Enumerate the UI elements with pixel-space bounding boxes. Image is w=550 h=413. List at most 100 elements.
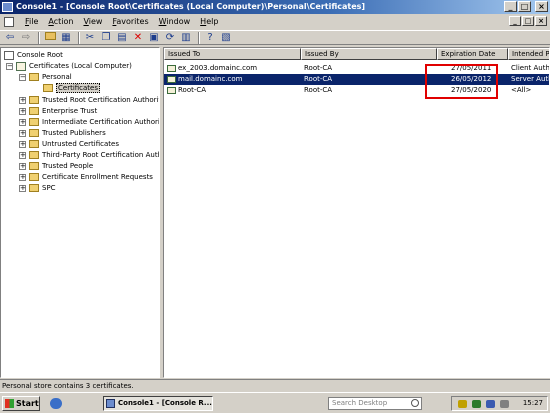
console-tree-pane[interactable]: Console Root − Certificates (Local Comput… bbox=[0, 47, 160, 378]
folder-icon bbox=[29, 173, 39, 181]
column-headers: Issued To Issued By Expiration Date Inte… bbox=[164, 48, 549, 60]
paste-icon[interactable]: ▤ bbox=[115, 32, 129, 44]
back-arrow-icon[interactable]: ⇦ bbox=[3, 32, 17, 44]
search-placeholder: Search Desktop bbox=[332, 399, 388, 407]
folder-icon bbox=[29, 151, 39, 159]
start-button[interactable]: Start bbox=[2, 396, 40, 411]
expand-toggle-icon[interactable]: + bbox=[19, 151, 26, 159]
tree-item-enrollment-requests[interactable]: + Certificate Enrollment Requests bbox=[19, 172, 153, 183]
expand-toggle-icon[interactable]: + bbox=[19, 162, 26, 170]
export-list-icon[interactable]: ▥ bbox=[179, 32, 193, 44]
toolbar: ⇦ ⇨ ▦ ✂ ❐ ▤ ✕ ▣ ⟳ ▥ ? ▧ bbox=[0, 30, 550, 45]
mdi-restore-button[interactable]: □ bbox=[522, 16, 534, 26]
console-root-icon bbox=[4, 50, 14, 60]
cell-issued-to: ex_2003.domainc.com bbox=[178, 64, 258, 72]
cell-issued-by: Root-CA bbox=[304, 64, 333, 72]
tray-security-icon[interactable] bbox=[472, 400, 481, 408]
console-tree-icon[interactable]: ▧ bbox=[219, 32, 233, 44]
tree-item-console-root[interactable]: Console Root bbox=[4, 50, 63, 61]
mdi-minimize-button[interactable]: _ bbox=[509, 16, 521, 26]
certificate-store-icon bbox=[16, 61, 26, 71]
delete-icon[interactable]: ✕ bbox=[131, 32, 145, 44]
expand-toggle-icon[interactable]: + bbox=[19, 107, 26, 115]
start-label: Start bbox=[16, 399, 39, 408]
forward-arrow-icon[interactable]: ⇨ bbox=[19, 32, 33, 44]
tree-item-certificates[interactable]: Certificates bbox=[43, 83, 101, 94]
expand-toggle-icon[interactable]: + bbox=[19, 140, 26, 148]
minimize-button[interactable]: _ bbox=[504, 1, 517, 12]
tree-item-spc[interactable]: + SPC bbox=[19, 183, 56, 194]
mdi-close-button[interactable]: × bbox=[535, 16, 547, 26]
tray-update-icon[interactable] bbox=[486, 400, 495, 408]
expiration-highlight-box bbox=[425, 64, 498, 99]
column-header-intended-purposes[interactable]: Intended Pu bbox=[508, 48, 549, 60]
folder-icon bbox=[29, 96, 39, 104]
properties-icon[interactable]: ▣ bbox=[147, 32, 161, 44]
internet-explorer-icon[interactable] bbox=[50, 398, 62, 409]
tree-item-trusted-publishers[interactable]: + Trusted Publishers bbox=[19, 128, 106, 139]
folder-icon bbox=[29, 107, 39, 115]
cell-issued-to: mail.domainc.com bbox=[178, 75, 243, 83]
close-button[interactable]: × bbox=[535, 1, 548, 12]
folder-icon bbox=[29, 162, 39, 170]
expand-toggle-icon[interactable]: + bbox=[19, 118, 26, 126]
column-header-issued-to[interactable]: Issued To bbox=[164, 48, 301, 60]
tree-item-trusted-root[interactable]: + Trusted Root Certification Authorit bbox=[19, 95, 159, 106]
mmc-app-icon[interactable] bbox=[2, 2, 13, 12]
title-bar[interactable]: Console1 - [Console Root\Certificates (L… bbox=[0, 0, 550, 14]
search-icon[interactable] bbox=[411, 399, 419, 407]
expand-toggle-icon[interactable]: + bbox=[19, 96, 26, 104]
expand-toggle-icon[interactable]: + bbox=[19, 173, 26, 181]
menu-bar: File Action View Favorites Window Help bbox=[0, 15, 550, 29]
cell-intended-purposes: Server Auth bbox=[511, 75, 550, 83]
folder-icon bbox=[29, 140, 39, 148]
cell-issued-by: Root-CA bbox=[304, 75, 333, 83]
refresh-icon[interactable]: ⟳ bbox=[163, 32, 177, 44]
tree-item-intermediate[interactable]: + Intermediate Certification Authorit bbox=[19, 117, 159, 128]
tree-item-personal[interactable]: − Personal bbox=[19, 72, 72, 83]
search-desktop-input[interactable]: Search Desktop bbox=[328, 397, 422, 410]
folder-icon bbox=[29, 129, 39, 137]
taskbar-button-console1[interactable]: Console1 - [Console R... bbox=[103, 396, 213, 411]
maximize-button[interactable]: □ bbox=[518, 1, 531, 12]
system-tray: 15:27 bbox=[451, 396, 548, 411]
help-icon[interactable]: ? bbox=[203, 32, 217, 44]
column-header-issued-by[interactable]: Issued By bbox=[301, 48, 437, 60]
folder-icon bbox=[29, 184, 39, 192]
tree-item-certificates-local[interactable]: − Certificates (Local Computer) bbox=[6, 61, 132, 72]
menu-favorites[interactable]: Favorites bbox=[107, 15, 153, 29]
menu-view[interactable]: View bbox=[78, 15, 107, 29]
menu-window[interactable]: Window bbox=[154, 15, 196, 29]
document-icon[interactable] bbox=[4, 17, 14, 27]
expand-toggle-icon[interactable]: + bbox=[19, 184, 26, 192]
tree-item-third-party-root[interactable]: + Third-Party Root Certification Auth bbox=[19, 150, 159, 161]
task-label: Console1 - [Console R... bbox=[118, 399, 212, 407]
menu-file[interactable]: File bbox=[20, 15, 43, 29]
tree-item-enterprise-trust[interactable]: + Enterprise Trust bbox=[19, 106, 97, 117]
tree-item-untrusted[interactable]: + Untrusted Certificates bbox=[19, 139, 119, 150]
status-bar: Personal store contains 3 certificates. bbox=[0, 379, 550, 391]
menu-action[interactable]: Action bbox=[43, 15, 78, 29]
certificate-icon bbox=[167, 64, 176, 72]
copy-icon[interactable]: ❐ bbox=[99, 32, 113, 44]
tree-item-trusted-people[interactable]: + Trusted People bbox=[19, 161, 93, 172]
folder-open-icon bbox=[29, 73, 39, 81]
cut-icon[interactable]: ✂ bbox=[83, 32, 97, 44]
taskbar: Start Console1 - [Console R... Search De… bbox=[0, 392, 550, 413]
tray-network-icon[interactable] bbox=[458, 400, 467, 408]
folder-open-icon bbox=[43, 84, 53, 92]
up-folder-icon[interactable] bbox=[43, 31, 57, 44]
expand-toggle-icon[interactable]: + bbox=[19, 129, 26, 137]
cell-issued-by: Root-CA bbox=[304, 86, 333, 94]
folder-icon bbox=[29, 118, 39, 126]
cell-issued-to: Root-CA bbox=[178, 86, 207, 94]
column-header-expiration-date[interactable]: Expiration Date bbox=[437, 48, 508, 60]
show-hide-tree-icon[interactable]: ▦ bbox=[59, 32, 73, 44]
collapse-toggle-icon[interactable]: − bbox=[6, 62, 13, 70]
cell-intended-purposes: <All> bbox=[511, 86, 532, 94]
clock[interactable]: 15:27 bbox=[523, 397, 543, 410]
collapse-toggle-icon[interactable]: − bbox=[19, 73, 26, 81]
tray-volume-icon[interactable] bbox=[500, 400, 509, 408]
menu-help[interactable]: Help bbox=[195, 15, 223, 29]
certificate-icon bbox=[167, 86, 176, 94]
